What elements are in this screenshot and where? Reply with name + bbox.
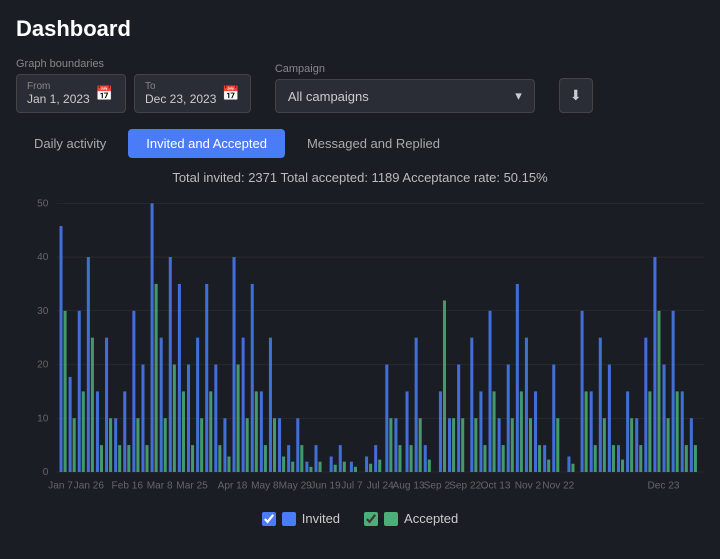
svg-text:Nov 2: Nov 2 bbox=[515, 480, 542, 491]
invited-checkbox[interactable] bbox=[262, 512, 276, 526]
tab-daily-activity[interactable]: Daily activity bbox=[16, 129, 124, 158]
svg-text:Feb 16: Feb 16 bbox=[112, 480, 144, 491]
svg-text:50: 50 bbox=[37, 198, 49, 209]
download-button[interactable]: ⬇ bbox=[559, 78, 593, 113]
svg-text:Mar 25: Mar 25 bbox=[176, 480, 208, 491]
calendar-icon-to: 📅 bbox=[222, 85, 239, 102]
campaign-select[interactable]: All campaigns ▾ bbox=[275, 79, 535, 113]
svg-text:Jan 26: Jan 26 bbox=[74, 480, 105, 491]
legend-invited: Invited bbox=[262, 511, 340, 526]
svg-text:Apr 18: Apr 18 bbox=[218, 480, 248, 491]
accepted-color-swatch bbox=[384, 512, 398, 526]
tabs-bar: Daily activity Invited and Accepted Mess… bbox=[16, 129, 704, 158]
page-title: Dashboard bbox=[16, 16, 704, 42]
svg-text:30: 30 bbox=[37, 306, 49, 317]
svg-text:0: 0 bbox=[43, 467, 49, 478]
svg-text:40: 40 bbox=[37, 252, 49, 263]
calendar-icon-from: 📅 bbox=[96, 85, 113, 102]
to-label: To bbox=[145, 81, 216, 92]
chart-legend: Invited Accepted bbox=[16, 511, 704, 526]
graph-boundaries-group: Graph boundaries From Jan 1, 2023 📅 To D… bbox=[16, 58, 251, 113]
svg-text:20: 20 bbox=[37, 360, 49, 371]
from-date-field[interactable]: From Jan 1, 2023 📅 bbox=[16, 74, 126, 113]
campaign-value: All campaigns bbox=[288, 89, 369, 104]
from-label: From bbox=[27, 81, 90, 92]
to-date-field[interactable]: To Dec 23, 2023 📅 bbox=[134, 74, 251, 113]
bar-chart: .grid-line { stroke: #333; stroke-width:… bbox=[16, 193, 704, 503]
graph-boundaries-label: Graph boundaries bbox=[16, 58, 251, 70]
tab-messaged-replied[interactable]: Messaged and Replied bbox=[289, 129, 458, 158]
svg-text:May 29: May 29 bbox=[279, 480, 312, 491]
to-value: Dec 23, 2023 bbox=[145, 92, 216, 106]
svg-text:Aug 13: Aug 13 bbox=[393, 480, 425, 491]
svg-text:Dec 23: Dec 23 bbox=[648, 480, 680, 491]
invited-label: Invited bbox=[302, 511, 340, 526]
svg-text:10: 10 bbox=[37, 413, 49, 424]
chevron-down-icon: ▾ bbox=[515, 88, 522, 104]
svg-text:May 8: May 8 bbox=[251, 480, 279, 491]
invited-color-swatch bbox=[282, 512, 296, 526]
campaign-group: Campaign All campaigns ▾ bbox=[275, 63, 535, 113]
svg-text:Mar 8: Mar 8 bbox=[147, 480, 173, 491]
legend-accepted: Accepted bbox=[364, 511, 458, 526]
svg-text:Jul 24: Jul 24 bbox=[367, 480, 394, 491]
svg-text:Sep 22: Sep 22 bbox=[449, 480, 481, 491]
chart-area: .grid-line { stroke: #333; stroke-width:… bbox=[16, 193, 704, 503]
tab-invited-accepted[interactable]: Invited and Accepted bbox=[128, 129, 285, 158]
from-value: Jan 1, 2023 bbox=[27, 92, 90, 106]
controls-row: Graph boundaries From Jan 1, 2023 📅 To D… bbox=[16, 58, 704, 113]
svg-text:Sep 2: Sep 2 bbox=[424, 480, 451, 491]
campaign-label: Campaign bbox=[275, 63, 535, 75]
date-inputs: From Jan 1, 2023 📅 To Dec 23, 2023 📅 bbox=[16, 74, 251, 113]
accepted-checkbox[interactable] bbox=[364, 512, 378, 526]
download-icon: ⬇ bbox=[570, 87, 582, 103]
svg-text:Jan 7: Jan 7 bbox=[48, 480, 73, 491]
svg-text:Jun 19: Jun 19 bbox=[310, 480, 341, 491]
stats-line: Total invited: 2371 Total accepted: 1189… bbox=[16, 170, 704, 185]
svg-text:Oct 13: Oct 13 bbox=[481, 480, 511, 491]
svg-text:Nov 22: Nov 22 bbox=[542, 480, 574, 491]
svg-text:Jul 7: Jul 7 bbox=[341, 480, 363, 491]
accepted-label: Accepted bbox=[404, 511, 458, 526]
